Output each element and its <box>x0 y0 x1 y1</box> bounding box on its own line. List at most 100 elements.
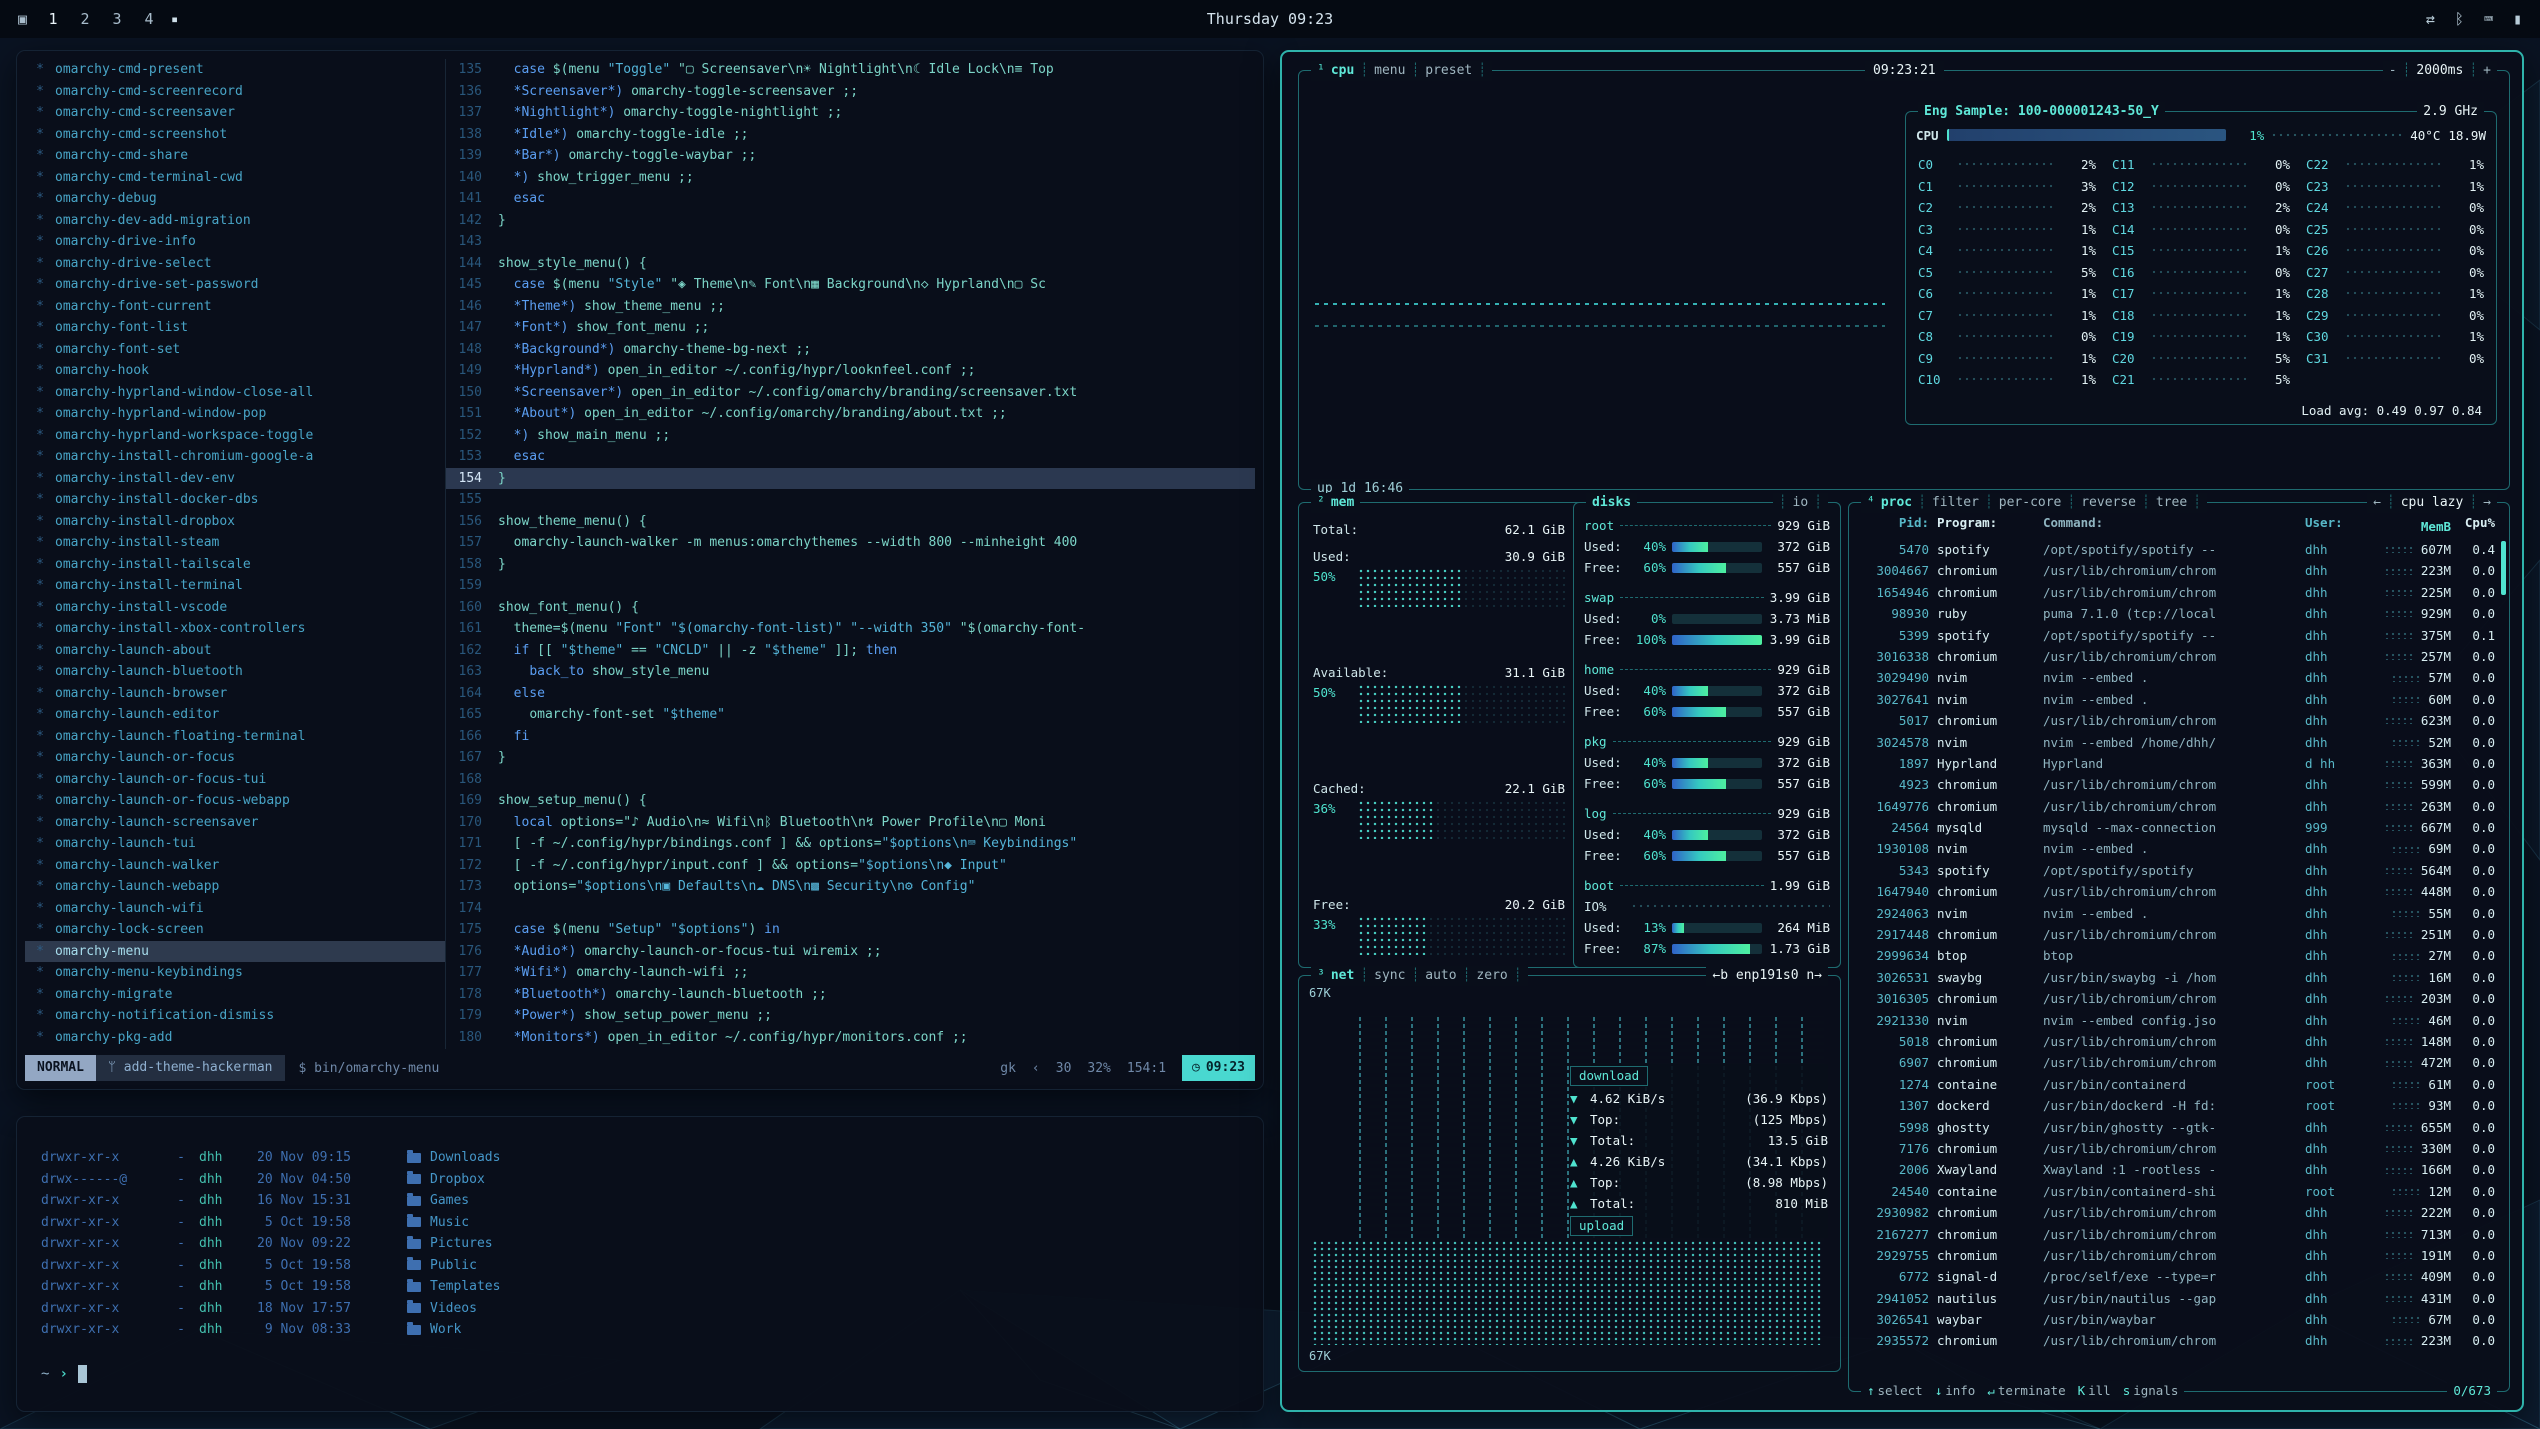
code-line[interactable]: 149 *Hyprland*) open_in_editor ~/.config… <box>446 360 1255 382</box>
code-line[interactable]: 141 esac <box>446 188 1255 210</box>
code-line[interactable]: 158} <box>446 554 1255 576</box>
process-row[interactable]: 3027641nvimnvim --embed .dhh60M0.0 <box>1859 689 2495 710</box>
tree-item[interactable]: *omarchy-launch-floating-terminal <box>25 726 445 748</box>
process-row[interactable]: 3024578nvimnvim --embed /home/dhh/dhh52M… <box>1859 732 2495 753</box>
code-line[interactable]: 166 fi <box>446 726 1255 748</box>
tab-io[interactable]: io <box>1793 493 1809 513</box>
tree-item[interactable]: *omarchy-install-chromium-google-a <box>25 446 445 468</box>
workspace-1[interactable]: 1 <box>43 10 63 28</box>
tree-item[interactable]: *omarchy-cmd-screenrecord <box>25 81 445 103</box>
tree-item[interactable]: *omarchy-install-dropbox <box>25 511 445 533</box>
tree-item[interactable]: *omarchy-menu-keybindings <box>25 962 445 984</box>
proc-header-cpu[interactable]: Cpu% <box>2451 515 2495 537</box>
code-line[interactable]: 137 *Nightlight*) omarchy-toggle-nightli… <box>446 102 1255 124</box>
tree-item[interactable]: *omarchy-lock-screen <box>25 919 445 941</box>
code-line[interactable]: 161 theme=$(menu "Font" "$(omarchy-font-… <box>446 618 1255 640</box>
sort-prev-button[interactable]: ← <box>2373 493 2381 513</box>
code-line[interactable]: 173 options="$options\n▣ Defaults\n☁ DNS… <box>446 876 1255 898</box>
text-cursor[interactable] <box>78 1365 87 1383</box>
tree-item[interactable]: *omarchy-cmd-screensaver <box>25 102 445 124</box>
tree-item[interactable]: *omarchy-install-docker-dbs <box>25 489 445 511</box>
workspace-3[interactable]: 3 <box>107 10 127 28</box>
cpu-preset-button[interactable]: preset <box>1425 61 1472 81</box>
process-row[interactable]: 2929755chromium/usr/lib/chromium/chromdh… <box>1859 1245 2495 1266</box>
tree-item[interactable]: *omarchy-notification-dismiss <box>25 1005 445 1027</box>
net-sync-button[interactable]: sync <box>1374 966 1405 986</box>
tree-item[interactable]: *omarchy-launch-about <box>25 640 445 662</box>
code-line[interactable]: 152 *) show_main_menu ;; <box>446 425 1255 447</box>
code-line[interactable]: 140 *) show_trigger_menu ;; <box>446 167 1255 189</box>
code-line[interactable]: 160show_font_menu() { <box>446 597 1255 619</box>
process-row[interactable]: 2167277chromium/usr/lib/chromium/chromdh… <box>1859 1224 2495 1245</box>
process-row[interactable]: 3026531swaybg/usr/bin/swaybg -i /homdhh1… <box>1859 967 2495 988</box>
code-line[interactable]: 171 [ -f ~/.config/hypr/bindings.conf ] … <box>446 833 1255 855</box>
code-line[interactable]: 174 <box>446 898 1255 920</box>
code-line[interactable]: 164 else <box>446 683 1255 705</box>
process-row[interactable]: 1649776chromium/usr/lib/chromium/chromdh… <box>1859 796 2495 817</box>
proc-reverse-button[interactable]: reverse <box>2081 493 2136 513</box>
code-line[interactable]: 150 *Screensaver*) open_in_editor ~/.con… <box>446 382 1255 404</box>
tree-item[interactable]: *omarchy-launch-or-focus <box>25 747 445 769</box>
process-row[interactable]: 1930108nvimnvim --embed .dhh69M0.0 <box>1859 838 2495 859</box>
process-row[interactable]: 2999634btopbtopdhh27M0.0 <box>1859 945 2495 966</box>
process-row[interactable]: 5998ghostty/usr/bin/ghostty --gtk-dhh655… <box>1859 1117 2495 1138</box>
process-row[interactable]: 5018chromium/usr/lib/chromium/chromdhh14… <box>1859 1031 2495 1052</box>
code-line[interactable]: 146 *Theme*) show_theme_menu ;; <box>446 296 1255 318</box>
proc-percore-button[interactable]: per-core <box>1999 493 2062 513</box>
tree-item[interactable]: *omarchy-launch-walker <box>25 855 445 877</box>
process-row[interactable]: 1647940chromium/usr/lib/chromium/chromdh… <box>1859 881 2495 902</box>
shell-prompt[interactable]: ~ › <box>41 1365 87 1383</box>
tree-item[interactable]: *omarchy-font-current <box>25 296 445 318</box>
tree-item[interactable]: *omarchy-debug <box>25 188 445 210</box>
code-line[interactable]: 169show_setup_menu() { <box>446 790 1255 812</box>
process-row[interactable]: 2006XwaylandXwayland :1 -rootless -dhh16… <box>1859 1159 2495 1180</box>
code-line[interactable]: 148 *Background*) omarchy-theme-bg-next … <box>446 339 1255 361</box>
process-row[interactable]: 3004667chromium/usr/lib/chromium/chromdh… <box>1859 560 2495 581</box>
tree-item[interactable]: *omarchy-launch-browser <box>25 683 445 705</box>
proc-header-pid[interactable]: Pid: <box>1859 515 1937 537</box>
process-row[interactable]: 3016338chromium/usr/lib/chromium/chromdh… <box>1859 646 2495 667</box>
tree-item[interactable]: *omarchy-migrate <box>25 984 445 1006</box>
process-row[interactable]: 24564mysqldmysqld --max-connection999667… <box>1859 817 2495 838</box>
tree-item[interactable]: *omarchy-dev-add-migration <box>25 210 445 232</box>
code-line[interactable]: 142} <box>446 210 1255 232</box>
code-line[interactable]: 156show_theme_menu() { <box>446 511 1255 533</box>
code-line[interactable]: 139 *Bar*) omarchy-toggle-waybar ;; <box>446 145 1255 167</box>
screencast-icon[interactable]: ⇄ <box>2426 10 2435 28</box>
tree-item[interactable]: *omarchy-launch-tui <box>25 833 445 855</box>
code-line[interactable]: 165 omarchy-font-set "$theme" <box>446 704 1255 726</box>
net-auto-button[interactable]: auto <box>1425 966 1456 986</box>
code-line[interactable]: 147 *Font*) show_font_menu ;; <box>446 317 1255 339</box>
process-row[interactable]: 2917448chromium/usr/lib/chromium/chromdh… <box>1859 924 2495 945</box>
workspace-2[interactable]: 2 <box>75 10 95 28</box>
process-row[interactable]: 2935572chromium/usr/lib/chromium/chromdh… <box>1859 1330 2495 1351</box>
process-row[interactable]: 4923chromium/usr/lib/chromium/chromdhh59… <box>1859 774 2495 795</box>
process-row[interactable]: 3026541waybar/usr/bin/waybardhh67M0.0 <box>1859 1309 2495 1330</box>
code-line[interactable]: 143 <box>446 231 1255 253</box>
code-line[interactable]: 177 *Wifi*) omarchy-launch-wifi ;; <box>446 962 1255 984</box>
process-row[interactable]: 3029490nvimnvim --embed .dhh57M0.0 <box>1859 667 2495 688</box>
tree-item[interactable]: *omarchy-pkg-add <box>25 1027 445 1049</box>
code-line[interactable]: 176 *Audio*) omarchy-launch-or-focus-tui… <box>446 941 1255 963</box>
process-row[interactable]: 5343spotify/opt/spotify/spotifydhh564M0.… <box>1859 860 2495 881</box>
process-row[interactable]: 5470spotify/opt/spotify/spotify --dhh607… <box>1859 539 2495 560</box>
tree-item[interactable]: *omarchy-install-tailscale <box>25 554 445 576</box>
tree-item[interactable]: *omarchy-hyprland-workspace-toggle <box>25 425 445 447</box>
process-scrollbar[interactable] <box>2501 541 2506 595</box>
tree-item[interactable]: *omarchy-font-set <box>25 339 445 361</box>
code-line[interactable]: 162 if [[ "$theme" == "CNCLD" || -z "$th… <box>446 640 1255 662</box>
code-line[interactable]: 163 back_to show_style_menu <box>446 661 1255 683</box>
battery-icon[interactable]: ▮ <box>2513 10 2522 28</box>
code-line[interactable]: 168 <box>446 769 1255 791</box>
tree-item[interactable]: *omarchy-drive-info <box>25 231 445 253</box>
process-row[interactable]: 2941052nautilus/usr/bin/nautilus --gapdh… <box>1859 1288 2495 1309</box>
tree-item[interactable]: *omarchy-cmd-screenshot <box>25 124 445 146</box>
tree-item[interactable]: *omarchy-launch-editor <box>25 704 445 726</box>
net-zero-button[interactable]: zero <box>1476 966 1507 986</box>
tree-item[interactable]: *omarchy-launch-or-focus-tui <box>25 769 445 791</box>
code-line[interactable]: 144show_style_menu() { <box>446 253 1255 275</box>
proc-header-memb[interactable]: MemB <box>2359 515 2451 537</box>
tree-item[interactable]: *omarchy-drive-set-password <box>25 274 445 296</box>
process-row[interactable]: 2921330nvimnvim --embed config.jsodhh46M… <box>1859 1010 2495 1031</box>
tab-disks[interactable]: disks <box>1592 493 1631 513</box>
